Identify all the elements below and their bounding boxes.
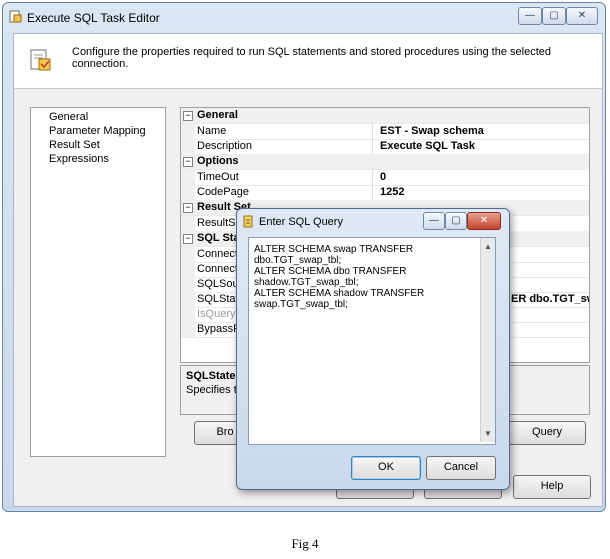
help-button[interactable]: Help bbox=[513, 475, 591, 499]
sql-query-textbox[interactable]: ALTER SCHEMA swap TRANSFER dbo.TGT_swap_… bbox=[248, 237, 496, 445]
nav-item-general[interactable]: General bbox=[49, 111, 88, 123]
collapse-icon[interactable]: − bbox=[183, 234, 193, 244]
task-editor-icon bbox=[9, 10, 22, 23]
scroll-down-icon[interactable]: ▼ bbox=[484, 429, 492, 438]
collapse-icon[interactable]: − bbox=[183, 111, 193, 121]
cancel-button[interactable]: Cancel bbox=[426, 456, 496, 480]
scroll-up-icon[interactable]: ▲ bbox=[484, 242, 492, 251]
maximize-button[interactable]: ▢ bbox=[542, 7, 566, 25]
header-description: Configure the properties required to run… bbox=[72, 46, 551, 70]
dialog-close-button[interactable]: ✕ bbox=[467, 212, 501, 230]
sql-task-icon bbox=[30, 49, 51, 71]
page-navigation: General Parameter Mapping Result Set Exp… bbox=[30, 107, 166, 457]
ok-button[interactable]: OK bbox=[351, 456, 421, 480]
category-options[interactable]: − Options bbox=[181, 154, 589, 170]
build-query-button[interactable]: Query bbox=[508, 421, 586, 445]
sql-query-icon bbox=[243, 215, 253, 228]
dialog-maximize-button[interactable]: ▢ bbox=[445, 212, 467, 230]
sql-query-text[interactable]: ALTER SCHEMA swap TRANSFER dbo.TGT_swap_… bbox=[254, 244, 476, 310]
enter-sql-query-dialog: Enter SQL Query — ▢ ✕ ALTER SCHEMA swap … bbox=[236, 208, 510, 490]
figure-caption: Fig 4 bbox=[291, 536, 319, 551]
collapse-icon[interactable]: − bbox=[183, 157, 193, 167]
close-button[interactable]: ✕ bbox=[566, 7, 598, 25]
dialog-window-controls: — ▢ ✕ bbox=[423, 212, 503, 230]
window-title: Execute SQL Task Editor bbox=[27, 11, 160, 25]
property-row-name[interactable]: Name EST - Swap schema bbox=[181, 124, 589, 140]
nav-item-parameter-mapping[interactable]: Parameter Mapping bbox=[49, 125, 146, 137]
collapse-icon[interactable]: − bbox=[183, 203, 193, 213]
window-controls: — ▢ ✕ bbox=[518, 7, 598, 25]
nav-item-result-set[interactable]: Result Set bbox=[49, 139, 100, 151]
editor-header: Configure the properties required to run… bbox=[14, 34, 602, 89]
dialog-minimize-button[interactable]: — bbox=[423, 212, 445, 230]
category-general[interactable]: − General bbox=[181, 108, 589, 124]
property-row-description[interactable]: Description Execute SQL Task bbox=[181, 139, 589, 155]
property-row-codepage[interactable]: CodePage 1252 bbox=[181, 185, 589, 201]
property-row-timeout[interactable]: TimeOut 0 bbox=[181, 170, 589, 186]
vertical-scrollbar[interactable]: ▲ ▼ bbox=[480, 238, 495, 442]
nav-item-expressions[interactable]: Expressions bbox=[49, 153, 109, 165]
dialog-title: Enter SQL Query bbox=[259, 216, 343, 228]
minimize-button[interactable]: — bbox=[518, 7, 542, 25]
